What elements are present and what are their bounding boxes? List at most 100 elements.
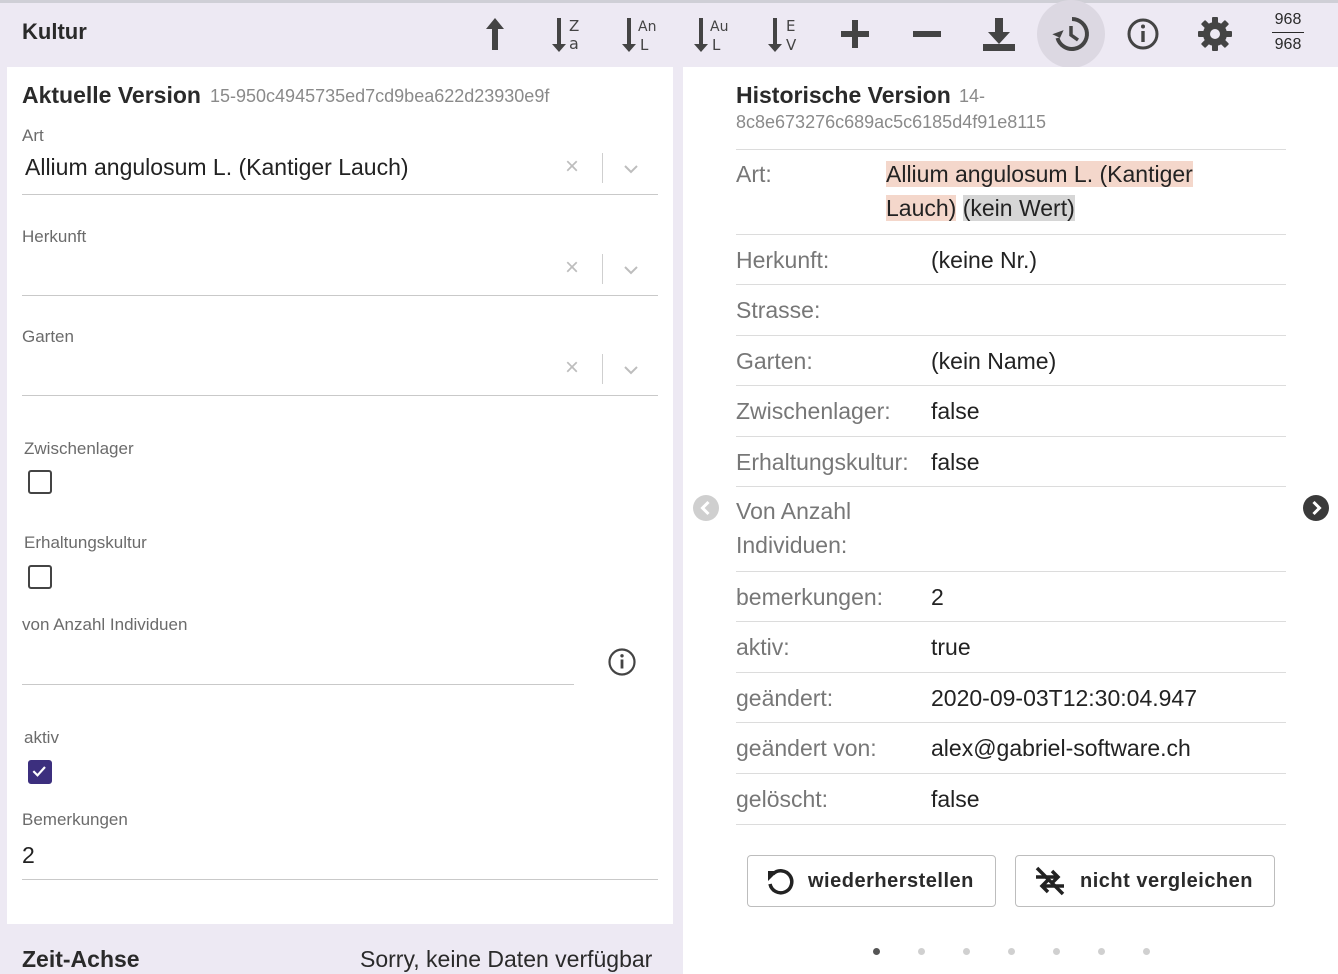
garten-clear-icon[interactable]: ×: [565, 354, 579, 382]
next-version-icon[interactable]: [1302, 494, 1330, 522]
page-dot[interactable]: [1053, 948, 1060, 955]
history-row-geloescht: gelöscht: false: [736, 773, 1286, 825]
history-row-zwischenlager: Zwischenlager: false: [736, 385, 1286, 436]
sort-ev-icon: E V: [768, 17, 797, 54]
current-version-panel: Aktuelle Version 15-950c4945735ed7cd9bea…: [7, 67, 673, 924]
art-new-value-1: Allium angulosum L. (Kantiger: [886, 161, 1193, 187]
sort-art-author-icon: Au L: [694, 18, 728, 54]
garten-select[interactable]: [25, 355, 545, 385]
historic-version-title: Historische Version: [736, 82, 951, 108]
sort-art-name-button[interactable]: An L: [610, 5, 668, 63]
svg-text:L: L: [640, 36, 649, 54]
history-label-geaendert: geändert:: [736, 685, 834, 711]
garten-separator: [602, 354, 603, 384]
art-chevron-down-icon[interactable]: [623, 161, 639, 177]
history-label-garten: Garten:: [736, 348, 813, 374]
history-row-von-anzahl: Von Anzahl Individuen:: [736, 486, 1286, 571]
herkunft-chevron-down-icon[interactable]: [623, 262, 639, 278]
aktiv-label: aktiv: [24, 728, 59, 747]
history-value-geaendert: 2020-09-03T12:30:04.947: [931, 685, 1197, 711]
zeit-achse-message: Sorry, keine Daten verfügbar: [360, 946, 653, 972]
historic-version-panel: Historische Version 14- 8c8e673276c689ac…: [683, 67, 1338, 974]
svg-text:Z: Z: [569, 17, 579, 35]
add-button[interactable]: [826, 5, 884, 63]
settings-button[interactable]: [1186, 5, 1244, 63]
filtered-count: 968: [1274, 11, 1302, 28]
art-clear-icon[interactable]: ×: [565, 153, 579, 181]
page-dot[interactable]: [1143, 948, 1150, 955]
sort-alpha-icon: Z a: [552, 17, 579, 53]
page-dot[interactable]: [1008, 948, 1015, 955]
history-row-geaendert: geändert: 2020-09-03T12:30:04.947: [736, 672, 1286, 723]
history-label-herkunft: Herkunft:: [736, 247, 830, 273]
history-value-garten: (kein Name): [931, 348, 1057, 374]
page-dot[interactable]: [873, 948, 880, 955]
restore-icon: [768, 869, 794, 895]
sort-art-author-button[interactable]: Au L: [682, 5, 740, 63]
current-version-title: Aktuelle Version: [22, 82, 201, 108]
download-button[interactable]: [970, 5, 1028, 63]
page-title: Kultur: [22, 19, 87, 44]
info-icon: [1127, 18, 1159, 50]
previous-version-icon[interactable]: [692, 494, 720, 522]
sort-ev-button[interactable]: E V: [754, 5, 812, 63]
zwischenlager-label: Zwischenlager: [24, 439, 134, 458]
svg-text:E: E: [786, 17, 795, 35]
svg-text:An: An: [638, 19, 656, 35]
history-value-herkunft: (keine Nr.): [931, 247, 1038, 273]
history-value-erhaltungskultur: false: [931, 449, 980, 475]
compare-off-icon: [1035, 866, 1065, 896]
von-anzahl-input[interactable]: [22, 645, 572, 675]
sort-alpha-button[interactable]: Z a: [538, 5, 596, 63]
history-row-bemerkungen: bemerkungen: 2: [736, 571, 1286, 622]
info-icon[interactable]: [607, 647, 637, 677]
history-value-art: Allium angulosum L. (Kantiger Lauch) (ke…: [886, 157, 1286, 225]
art-underline: [22, 194, 658, 195]
page-dot[interactable]: [963, 948, 970, 955]
info-button[interactable]: [1114, 5, 1172, 63]
history-label-erhaltungskultur: Erhaltungskultur:: [736, 449, 909, 475]
delete-button[interactable]: [898, 5, 956, 63]
history-icon: [1052, 17, 1089, 51]
historic-version-id-prefix: 14-: [959, 86, 986, 106]
svg-text:V: V: [786, 36, 797, 54]
zeit-achse-title: Zeit-Achse: [22, 946, 140, 972]
plus-icon: [841, 20, 869, 48]
art-old-value: (kein Wert): [962, 195, 1075, 221]
garten-chevron-down-icon[interactable]: [623, 362, 639, 378]
art-label: Art: [22, 126, 44, 145]
no-compare-button[interactable]: nicht vergleichen: [1015, 855, 1275, 907]
download-icon: [983, 18, 1015, 51]
restore-button[interactable]: wiederherstellen: [747, 855, 996, 907]
history-value-zwischenlager: false: [931, 398, 980, 424]
herkunft-clear-icon[interactable]: ×: [565, 254, 579, 282]
history-row-geaendert-von: geändert von: alex@gabriel-software.ch: [736, 722, 1286, 773]
art-separator: [602, 153, 603, 183]
svg-text:a: a: [569, 34, 579, 53]
von-anzahl-label-line1: Von Anzahl: [736, 498, 852, 524]
history-value-bemerkungen: 2: [931, 584, 944, 610]
herkunft-select[interactable]: [25, 255, 545, 285]
page-dot[interactable]: [918, 948, 925, 955]
history-button[interactable]: [1037, 0, 1105, 68]
history-label-geloescht: gelöscht:: [736, 786, 829, 812]
page-dot[interactable]: [1098, 948, 1105, 955]
history-row-aktiv: aktiv: true: [736, 621, 1286, 672]
zwischenlager-checkbox[interactable]: [28, 470, 52, 494]
erhaltungskultur-label: Erhaltungskultur: [24, 533, 147, 552]
history-value-geloescht: false: [931, 786, 980, 812]
arrow-up-button[interactable]: [466, 5, 524, 63]
von-anzahl-underline: [22, 684, 574, 685]
history-row-garten: Garten: (kein Name): [736, 335, 1286, 386]
bemerkungen-input[interactable]: 2: [22, 842, 652, 869]
history-label-art: Art:: [736, 161, 772, 187]
art-select-value[interactable]: Allium angulosum L. (Kantiger Lauch): [25, 154, 409, 181]
art-new-value-2: Lauch): [886, 195, 957, 221]
no-compare-label: nicht vergleichen: [1080, 869, 1253, 892]
herkunft-label: Herkunft: [22, 227, 87, 246]
toolbar: Kultur Z a An L Au L E V 968 968: [0, 0, 1338, 68]
arrow-up-icon: [486, 18, 504, 50]
minus-icon: [913, 31, 941, 37]
aktiv-checkbox[interactable]: [28, 760, 52, 784]
erhaltungskultur-checkbox[interactable]: [28, 565, 52, 589]
